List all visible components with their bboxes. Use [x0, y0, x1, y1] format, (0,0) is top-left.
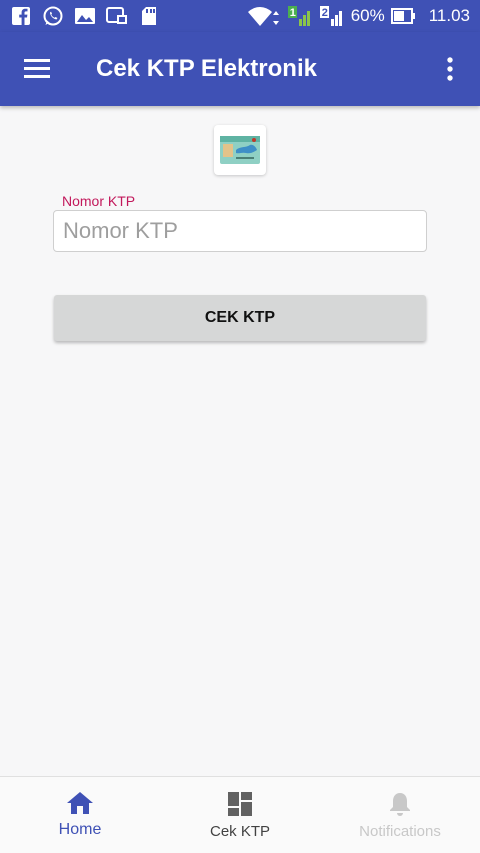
- home-icon: [67, 792, 93, 814]
- bottom-navigation: Home Cek KTP Notifications: [0, 776, 480, 853]
- sd-card-icon: [138, 6, 160, 26]
- battery-percent: 60%: [350, 6, 385, 25]
- whatsapp-icon: [42, 6, 64, 26]
- id-card-icon: [220, 136, 260, 164]
- ktp-card-logo: [214, 125, 266, 175]
- screen-cast-icon: [106, 6, 128, 26]
- dashboard-icon: [228, 791, 252, 816]
- facebook-icon: [10, 6, 32, 26]
- notification-icons: [10, 6, 160, 26]
- app-title: Cek KTP Elektronik: [96, 55, 317, 82]
- image-icon: [74, 6, 96, 26]
- menu-button[interactable]: [0, 32, 74, 106]
- overflow-menu-button[interactable]: [420, 32, 480, 106]
- clock: 11.03: [428, 6, 470, 25]
- signal-sim2-icon: 2: [319, 6, 345, 26]
- app-bar: Cek KTP Elektronik: [0, 32, 480, 106]
- battery-icon: [390, 6, 417, 26]
- system-status: 1 2 60% 11.03: [247, 6, 470, 26]
- nav-item-cek-ktp[interactable]: Cek KTP: [160, 777, 320, 853]
- cek-ktp-button[interactable]: CEK KTP: [54, 295, 426, 341]
- ktp-number-input[interactable]: [53, 210, 427, 252]
- nav-item-notifications[interactable]: Notifications: [320, 777, 480, 853]
- signal-sim1-icon: 1: [287, 6, 313, 26]
- ktp-number-label: Nomor KTP: [62, 193, 136, 209]
- wifi-icon: [247, 6, 281, 26]
- nav-item-home[interactable]: Home: [0, 777, 160, 853]
- nav-label-home: Home: [58, 821, 102, 838]
- hamburger-icon: [24, 59, 50, 78]
- bell-icon: [390, 792, 410, 816]
- sim2-number: 2: [321, 7, 328, 19]
- sim1-number: 1: [289, 7, 296, 19]
- more-vert-icon: [447, 57, 453, 81]
- status-bar: 1 2 60% 11.03: [0, 0, 480, 32]
- nav-label-notifications: Notifications: [359, 822, 441, 840]
- nav-label-cek-ktp: Cek KTP: [209, 822, 270, 840]
